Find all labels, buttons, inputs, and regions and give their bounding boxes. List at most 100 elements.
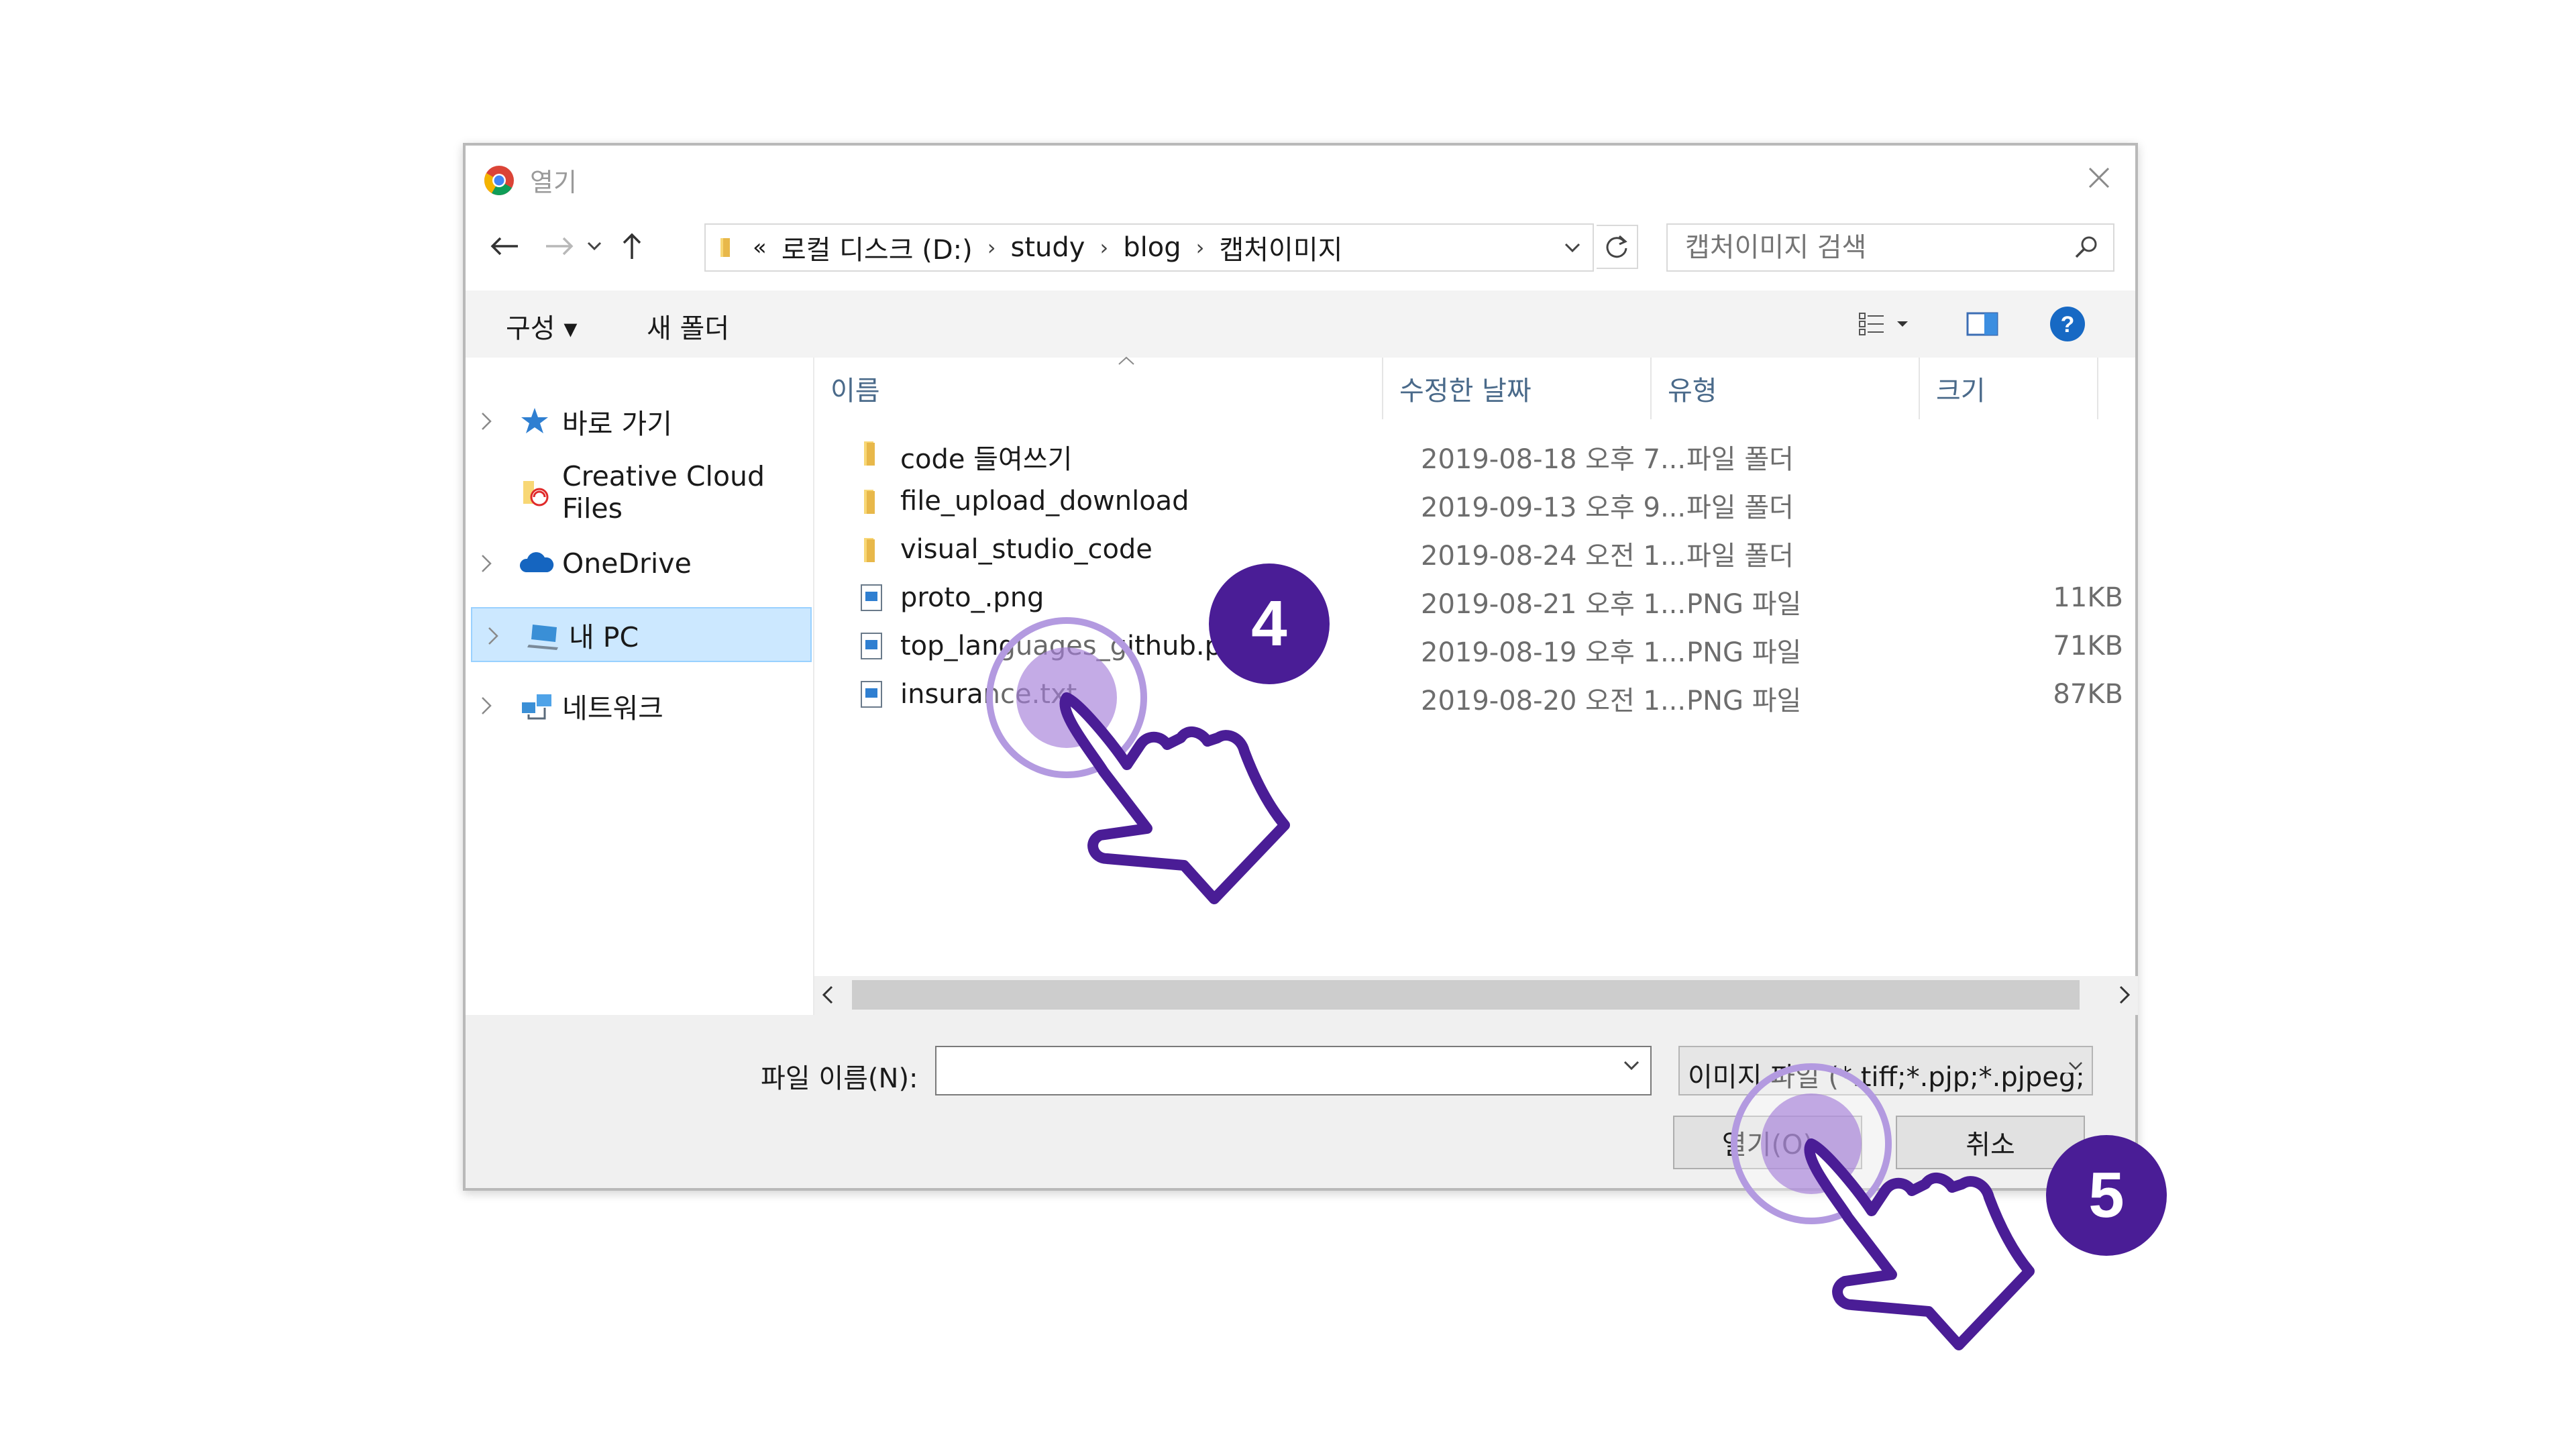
chevron-right-icon[interactable] [487,626,499,646]
new-folder-button[interactable]: 새 폴더 [647,307,729,345]
column-header-label: 유형 [1668,376,1717,407]
organize-button[interactable]: 구성 ▾ [506,307,577,345]
file-list: 이름 수정한 날짜 유형 크기 code 들여쓰기 2019-08-18 오후 … [814,356,2138,1015]
file-type-filter-value: 이미지 파일 (*.tiff;*.pjp;*.pjpeg; [1688,1062,2085,1093]
folder-icon [864,538,875,562]
file-size: 11KB [2053,582,2123,613]
file-type: PNG 파일 [1686,637,1802,668]
horizontal-scrollbar[interactable] [814,976,2138,1015]
chevron-right-icon[interactable] [480,696,492,716]
folder-icon [720,238,730,257]
breadcrumb-item-study[interactable]: study [1011,232,1085,263]
file-date: 2019-08-20 오전 1... [1421,686,1686,716]
file-name: proto_.png [900,582,1044,613]
column-header-label: 크기 [1936,376,1986,407]
sidebar-item-onedrive[interactable]: OneDrive [466,536,812,591]
chevron-right-icon[interactable] [480,411,492,431]
recent-locations-button[interactable] [581,225,608,268]
command-bar: 구성 ▾ 새 폴더 ? [466,290,2135,358]
breadcrumb-item-capture[interactable]: 캡처이미지 [1219,228,1342,267]
arrow-left-icon [490,237,518,256]
column-header-date[interactable]: 수정한 날짜 [1383,358,1652,419]
column-header-label: 이름 [830,376,880,407]
chevron-down-icon[interactable] [1622,1059,1641,1071]
sidebar-item-label: 네트워크 [562,692,663,724]
close-icon [2088,167,2110,189]
scroll-right-icon[interactable] [2116,983,2133,1007]
file-date: 2019-08-19 오후 1... [1421,637,1686,668]
breadcrumb-separator[interactable]: › [1099,235,1108,260]
help-icon[interactable]: ? [2049,305,2086,343]
breadcrumb-separator[interactable]: › [1196,235,1205,260]
image-file-icon [861,681,882,708]
file-row[interactable]: proto_.png 2019-08-21 오후 1... PNG 파일 11K… [814,574,2138,623]
sidebar-item-label: 바로 가기 [562,408,672,440]
cancel-button-label: 취소 [1966,1130,2015,1161]
address-dropdown-button[interactable] [1552,225,1593,270]
open-button[interactable]: 열기(O) [1673,1116,1862,1169]
sidebar-item-creative-cloud[interactable]: Creative Cloud Files [466,460,812,525]
folder-icon [864,490,875,514]
chevron-down-icon[interactable] [2062,1059,2085,1073]
close-button[interactable] [2079,158,2119,198]
filename-input[interactable] [945,1051,1602,1090]
column-header-size[interactable]: 크기 [1920,358,2098,419]
breadcrumb-overflow[interactable]: « [753,234,767,261]
navigation-bar: « 로컬 디스크 (D:) › study › blog › 캡처이미지 [466,219,2135,273]
up-button[interactable] [610,225,653,268]
search-box[interactable] [1666,223,2114,272]
chevron-right-icon[interactable] [480,553,492,574]
file-size: 71KB [2053,631,2123,661]
scrollbar-thumb[interactable] [852,980,2080,1010]
breadcrumb-item-drive[interactable]: 로컬 디스크 (D:) [782,228,973,267]
sidebar-item-label: 내 PC [569,621,639,653]
breadcrumb-item-blog[interactable]: blog [1123,232,1181,263]
scroll-left-icon[interactable] [820,983,836,1007]
title-bar: 열기 [466,146,2135,210]
file-row[interactable]: visual_studio_code 2019-08-24 오전 1... 파일… [814,526,2138,574]
search-input[interactable] [1685,225,2061,270]
refresh-icon [1606,235,1627,258]
network-icon [522,694,551,720]
address-bar[interactable]: « 로컬 디스크 (D:) › study › blog › 캡처이미지 [704,223,1594,272]
file-type: 파일 폴더 [1686,541,1794,572]
file-name: file_upload_download [900,486,1189,517]
sidebar-item-quick-access[interactable]: 바로 가기 [466,394,812,449]
refresh-button[interactable] [1597,225,1638,269]
file-row[interactable]: insurance.txt 2019-08-20 오전 1... PNG 파일 … [814,671,2138,719]
sidebar-item-this-pc[interactable]: 내 PC [471,607,812,662]
file-name: visual_studio_code [900,534,1152,565]
preview-pane-icon[interactable] [1966,309,1999,339]
open-button-label: 열기(O) [1721,1130,1814,1161]
column-header-label: 수정한 날짜 [1399,376,1532,407]
breadcrumb-separator[interactable]: › [987,235,996,260]
pc-icon [527,625,558,650]
filename-field[interactable] [935,1046,1652,1095]
sidebar-item-network[interactable]: 네트워크 [466,678,812,733]
step-badge-4: 4 [1209,564,1330,684]
file-type-filter[interactable]: 이미지 파일 (*.tiff;*.pjp;*.pjpeg; [1678,1046,2093,1095]
image-file-icon [861,633,882,659]
image-file-icon [861,584,882,611]
file-name: top_languages_github.png [900,631,1256,661]
file-date: 2019-08-21 오후 1... [1421,589,1686,620]
file-row[interactable]: code 들여쓰기 2019-08-18 오후 7... 파일 폴더 [814,429,2138,478]
star-icon [521,408,548,433]
chevron-down-icon [587,241,602,251]
file-type: PNG 파일 [1686,589,1802,620]
search-icon [2075,236,2097,258]
back-button[interactable] [483,225,526,268]
file-row[interactable]: top_languages_github.png 2019-08-19 오후 1… [814,623,2138,671]
filename-label: 파일 이름(N): [761,1063,918,1094]
view-options-icon[interactable] [1857,309,1911,339]
file-date: 2019-09-13 오후 9... [1421,492,1686,523]
file-row[interactable]: file_upload_download 2019-09-13 오후 9... … [814,478,2138,526]
arrow-up-icon [623,233,641,259]
forward-button[interactable] [538,225,581,268]
dialog-title: 열기 [530,168,577,197]
dialog-footer: 파일 이름(N): 이미지 파일 (*.tiff;*.pjp;*.pjpeg; … [466,1015,2135,1188]
file-date: 2019-08-24 오전 1... [1421,541,1686,572]
column-header-name[interactable]: 이름 [814,358,1383,419]
column-header-type[interactable]: 유형 [1652,358,1920,419]
file-name: insurance.txt [900,679,1077,710]
